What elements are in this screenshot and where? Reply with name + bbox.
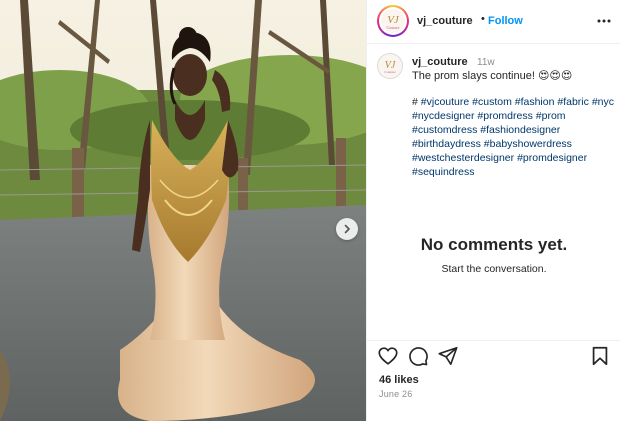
actions-divider [367, 340, 620, 341]
chevron-right-icon [344, 224, 350, 234]
post-side-panel: VJ Couture vj_couture • Follow VJ Coutur… [366, 0, 620, 421]
hashtag-link[interactable]: #customdress [412, 124, 477, 136]
heart-icon [378, 347, 398, 365]
like-count[interactable]: 46 likes [379, 374, 419, 386]
comment-button[interactable] [407, 345, 429, 367]
hashtag-link[interactable]: #fashiondesigner [480, 124, 560, 136]
post-media[interactable] [0, 0, 366, 421]
hashtag-link[interactable]: #promdress [477, 110, 532, 122]
hashtag-link[interactable]: #custom [472, 96, 512, 108]
hashtag-link[interactable]: #nycdesigner [412, 110, 474, 122]
share-button[interactable] [437, 345, 459, 367]
hashtag-link[interactable]: #prom [536, 110, 566, 122]
hashtag-lead: # [412, 96, 418, 108]
post-header: VJ Couture vj_couture • Follow [367, 0, 620, 44]
brand-logo: VJ Couture [387, 14, 400, 30]
header-username[interactable]: vj_couture [417, 15, 473, 27]
post-date[interactable]: June 26 [379, 389, 412, 399]
caption-timestamp[interactable]: 11w [477, 57, 495, 68]
empty-comments-subtitle: Start the conversation. [441, 263, 547, 275]
bookmark-icon [592, 346, 608, 366]
empty-comments-title: No comments yet. [420, 235, 568, 254]
hashtag-link[interactable]: #babyshowerdress [484, 138, 572, 150]
brand-logo-small: VJ Couture [384, 60, 396, 74]
instagram-post: VJ Couture vj_couture • Follow VJ Coutur… [0, 0, 620, 421]
more-horizontal-icon [597, 19, 611, 23]
comment-icon [409, 347, 428, 366]
follow-button[interactable]: Follow [488, 15, 523, 27]
hashtag-link[interactable]: #sequindress [412, 166, 474, 178]
header-separator: • [481, 13, 485, 25]
caption-username[interactable]: vj_couture [412, 56, 468, 68]
save-button[interactable] [589, 345, 611, 367]
like-button[interactable] [377, 345, 399, 367]
more-options-button[interactable] [595, 12, 613, 30]
hashtag-block: # #vjcouture #custom #fashion #fabric #n… [412, 96, 617, 179]
hashtag-link[interactable]: #promdesigner [517, 152, 587, 164]
hashtag-link[interactable]: #westchesterdesigner [412, 152, 514, 164]
svg-text:Couture: Couture [384, 70, 396, 74]
story-ring[interactable]: VJ Couture [377, 5, 409, 37]
hashtag-link[interactable]: #birthdaydress [412, 138, 481, 150]
caption-text: The prom slays continue! 😍😍😍 [412, 70, 573, 82]
hashtag-link[interactable]: #fashion [515, 96, 555, 108]
share-icon [438, 346, 458, 366]
next-media-button[interactable] [336, 218, 358, 240]
hashtag-link[interactable]: #vjcouture [421, 96, 469, 108]
hashtag-link[interactable]: #nyc [592, 96, 614, 108]
caption-avatar[interactable]: VJ Couture [377, 53, 403, 79]
post-photo [0, 0, 366, 421]
avatar: VJ Couture [381, 9, 405, 33]
svg-text:Couture: Couture [387, 25, 400, 30]
hashtag-link[interactable]: #fabric [557, 96, 589, 108]
